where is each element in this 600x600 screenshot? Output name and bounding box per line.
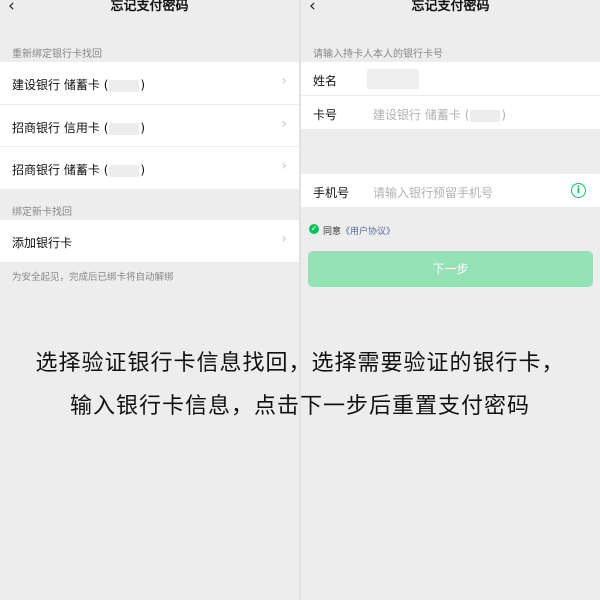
security-hint: 为安全起见，完成后已绑卡将自动解绑 bbox=[12, 272, 174, 283]
card-row-label: 招商银行 储蓄卡 () bbox=[12, 163, 146, 177]
name-field-row[interactable]: 姓名 bbox=[301, 62, 600, 95]
chevron-right-icon: › bbox=[281, 231, 287, 247]
masked-card-number bbox=[470, 109, 501, 122]
masked-card-number bbox=[109, 79, 140, 92]
agreement-text: 同意《用户协议》 bbox=[323, 227, 396, 237]
phone-label: 手机号 bbox=[313, 186, 350, 200]
card-row-label: 建设银行 储蓄卡 () bbox=[12, 78, 146, 92]
card-row-label: 招商银行 信用卡 () bbox=[12, 121, 146, 135]
nav-bar: ‹ 忘记支付密码 bbox=[0, 0, 299, 20]
card-number-label: 卡号 bbox=[313, 108, 338, 122]
section-label-rebind: 重新绑定银行卡找回 bbox=[12, 49, 102, 60]
nav-bar: ‹ 忘记支付密码 bbox=[301, 0, 600, 20]
phone-input[interactable]: 请输入银行预留手机号 bbox=[373, 184, 493, 201]
masked-card-number bbox=[109, 164, 140, 177]
caption-line-1: 选择验证银行卡信息找回，选择需要验证的银行卡， bbox=[35, 351, 565, 376]
chevron-right-icon: › bbox=[281, 158, 287, 174]
masked-card-number bbox=[109, 122, 140, 135]
phone-field-row[interactable]: 手机号 请输入银行预留手机号 i bbox=[301, 174, 600, 207]
card-row-cmb-debit[interactable]: 招商银行 储蓄卡 () › bbox=[0, 147, 299, 189]
card-number-field-row[interactable]: 卡号 建设银行 储蓄卡 () bbox=[301, 96, 600, 129]
page-title: 忘记支付密码 bbox=[110, 0, 189, 14]
right-screen: ‹ 忘记支付密码 请输入持卡人本人的银行卡号 姓名 卡号 建设银行 储蓄卡 ()… bbox=[301, 0, 600, 600]
left-screen: ‹ 忘记支付密码 重新绑定银行卡找回 建设银行 储蓄卡 () › 招商银行 信用… bbox=[0, 0, 299, 600]
add-card-row[interactable]: 添加银行卡 › bbox=[0, 220, 299, 262]
card-row-cmb-credit[interactable]: 招商银行 信用卡 () › bbox=[0, 105, 299, 146]
card-number-value: 建设银行 储蓄卡 () bbox=[373, 108, 507, 122]
caption-line-2: 输入银行卡信息，点击下一步后重置支付密码 bbox=[69, 394, 530, 419]
add-card-label: 添加银行卡 bbox=[12, 236, 73, 250]
masked-name-value bbox=[367, 69, 419, 89]
chevron-right-icon: › bbox=[281, 73, 287, 89]
section-label-new-card: 绑定新卡找回 bbox=[12, 207, 72, 218]
user-agreement-link[interactable]: 《用户协议》 bbox=[341, 227, 395, 237]
page-title: 忘记支付密码 bbox=[411, 0, 490, 14]
card-row-ccb-debit[interactable]: 建设银行 储蓄卡 () › bbox=[0, 62, 299, 104]
chevron-right-icon: › bbox=[281, 116, 287, 132]
next-step-button[interactable]: 下一步 bbox=[308, 251, 593, 287]
name-label: 姓名 bbox=[313, 74, 338, 88]
info-icon[interactable]: i bbox=[571, 183, 586, 198]
checkbox-checked-icon[interactable]: ✓ bbox=[309, 224, 319, 234]
section-label-card-holder: 请输入持卡人本人的银行卡号 bbox=[313, 49, 443, 60]
